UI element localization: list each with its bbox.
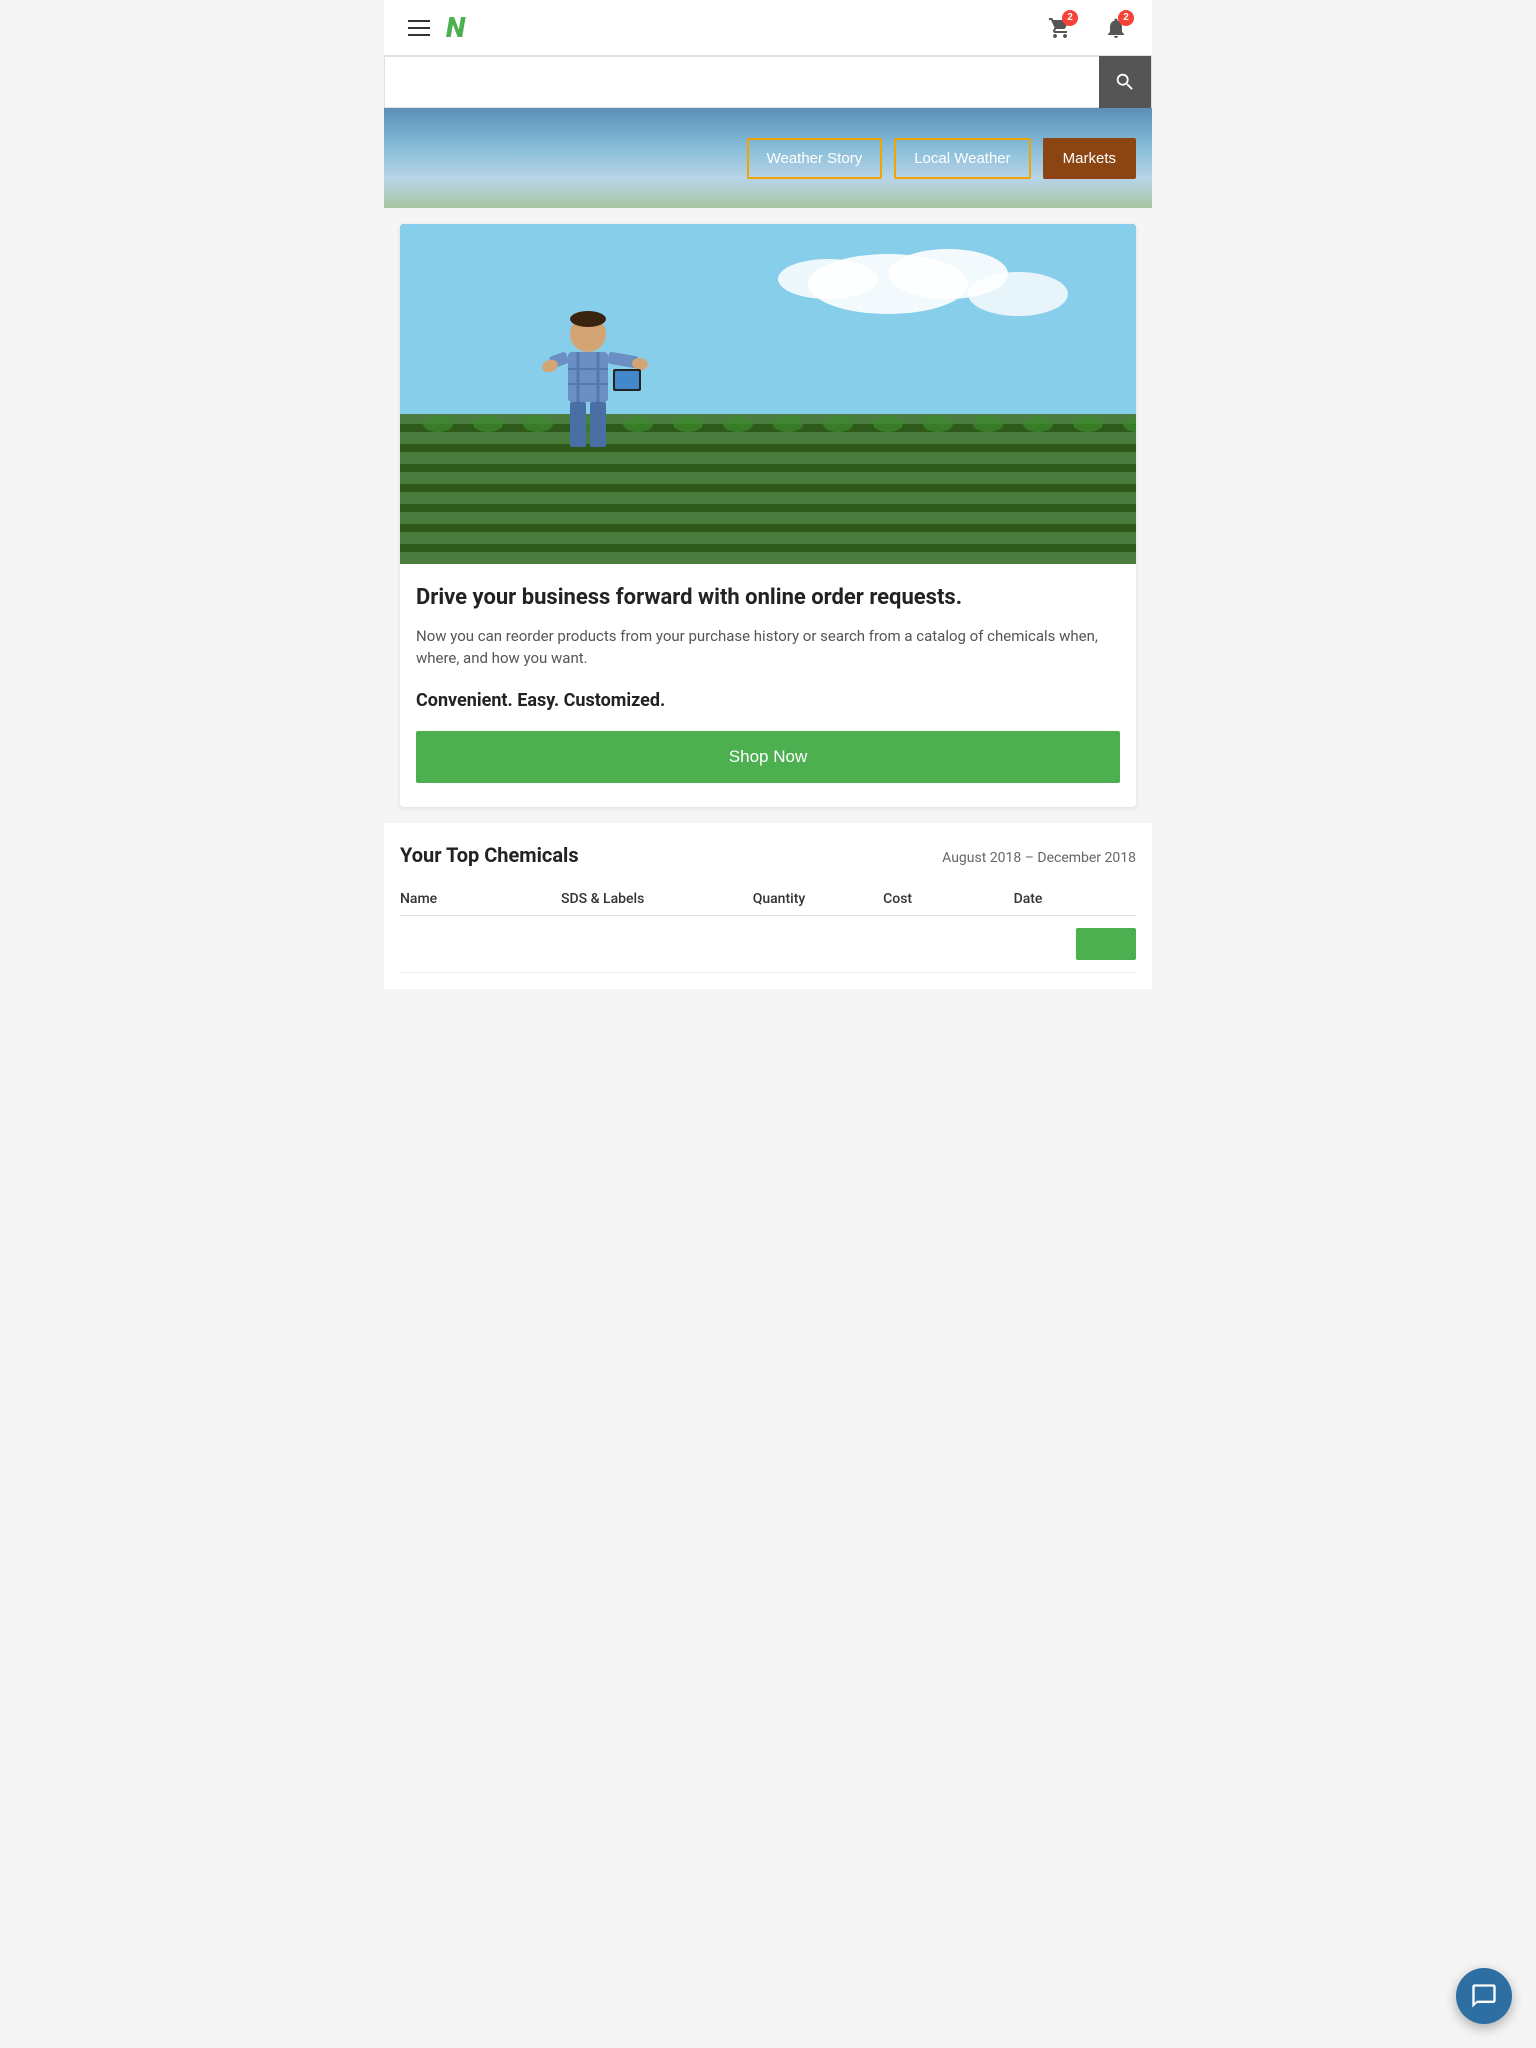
header: N 2 2 — [384, 0, 1152, 56]
row-action-button[interactable] — [1076, 928, 1136, 960]
cart-badge: 2 — [1062, 10, 1078, 26]
table-row-partial — [400, 916, 1136, 973]
col-cost: Cost — [883, 891, 1005, 907]
col-sds: SDS & Labels — [561, 891, 745, 907]
cart-button[interactable]: 2 — [1040, 8, 1080, 48]
chemicals-header: Your Top Chemicals August 2018 – Decembe… — [400, 843, 1136, 867]
chemicals-title: Your Top Chemicals — [400, 843, 579, 867]
logo-letter: N — [446, 11, 465, 44]
notifications-button[interactable]: 2 — [1096, 8, 1136, 48]
weather-story-button[interactable]: Weather Story — [747, 138, 883, 179]
hamburger-line-3 — [408, 34, 430, 36]
bell-badge: 2 — [1118, 10, 1134, 26]
hero-tagline: Convenient. Easy. Customized. — [416, 690, 1120, 711]
hero-image — [400, 224, 1136, 564]
card-content: Drive your business forward with online … — [400, 564, 1136, 807]
header-icons: 2 2 — [1040, 8, 1136, 48]
chat-icon — [1470, 1982, 1498, 2010]
chat-fab-button[interactable] — [1456, 1968, 1512, 2024]
farm-illustration — [400, 224, 1136, 564]
search-bar — [384, 56, 1152, 108]
main-card: Drive your business forward with online … — [400, 224, 1136, 807]
search-input[interactable] — [385, 57, 1099, 107]
col-quantity: Quantity — [753, 891, 875, 907]
weather-banner: Weather Story Local Weather Markets — [384, 108, 1152, 208]
chemicals-section: Your Top Chemicals August 2018 – Decembe… — [384, 823, 1152, 989]
menu-button[interactable] — [400, 12, 438, 44]
logo: N — [446, 14, 465, 42]
col-name: Name — [400, 891, 553, 907]
hero-subtext: Now you can reorder products from your p… — [416, 625, 1120, 670]
table-header: Name SDS & Labels Quantity Cost Date — [400, 883, 1136, 916]
local-weather-button[interactable]: Local Weather — [894, 138, 1030, 179]
shop-now-button[interactable]: Shop Now — [416, 731, 1120, 783]
search-icon — [1114, 71, 1136, 93]
markets-button[interactable]: Markets — [1043, 138, 1136, 179]
date-range: August 2018 – December 2018 — [942, 850, 1136, 866]
search-button[interactable] — [1099, 56, 1151, 108]
hero-headline: Drive your business forward with online … — [416, 584, 1120, 613]
hamburger-line-2 — [408, 27, 430, 29]
hamburger-line-1 — [408, 20, 430, 22]
col-date: Date — [1014, 891, 1136, 907]
